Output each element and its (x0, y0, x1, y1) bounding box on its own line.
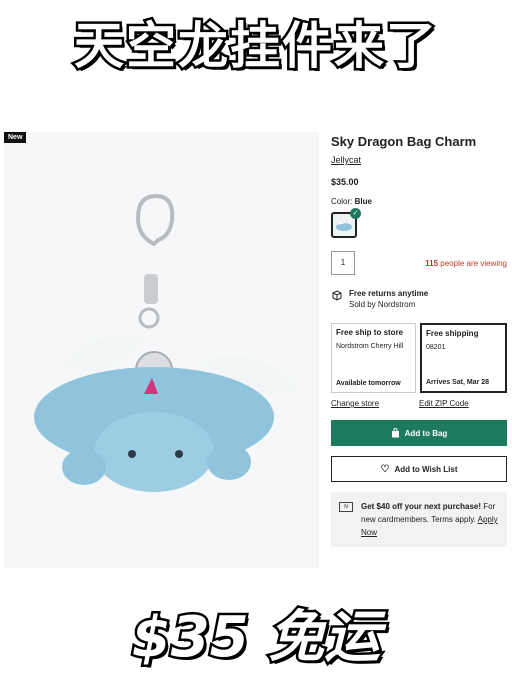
add-to-wishlist-button[interactable]: ♡ Add to Wish List (331, 456, 507, 482)
promo-headline: Get $40 off your next purchase! (361, 502, 482, 511)
box-return-icon (332, 290, 342, 301)
selected-check-icon: ✓ (350, 208, 361, 219)
dragon-charm-illustration (4, 132, 319, 568)
product-title: Sky Dragon Bag Charm (331, 134, 477, 149)
price-banner: $35 免运 (129, 603, 382, 673)
quantity-select[interactable]: 1 (331, 251, 355, 275)
credit-card-icon: N (339, 502, 353, 512)
product-image[interactable] (4, 132, 319, 568)
color-swatch-blue[interactable]: ✓ (331, 208, 361, 238)
wishlist-label: Add to Wish List (394, 464, 458, 474)
viewing-text: people are viewing (440, 258, 507, 268)
shipping-zip: 08201 (426, 344, 446, 351)
product-info-panel: Sky Dragon Bag Charm Jellycat $35.00 Col… (331, 132, 507, 547)
color-label-text: Color: (331, 197, 353, 206)
shipping-eta: Arrives Sat, Mar 28 (426, 379, 490, 386)
store-eta: Available tomorrow (336, 380, 401, 387)
color-label: Color: Blue (331, 197, 507, 206)
price: $35.00 (331, 177, 359, 187)
ship-to-store-title: Free ship to store (336, 328, 404, 337)
free-shipping-title: Free shipping (426, 329, 479, 338)
store-location: Nordstrom Cherry Hill (336, 343, 404, 350)
edit-zip-link[interactable]: Edit ZIP Code (419, 399, 507, 408)
change-store-link[interactable]: Change store (331, 399, 419, 408)
sold-by: Sold by Nordstrom (349, 300, 416, 309)
color-value: Blue (354, 197, 372, 206)
returns-title: Free returns anytime (349, 289, 429, 298)
add-to-bag-button[interactable]: Add to Bag (331, 420, 507, 446)
heart-icon: ♡ (380, 463, 390, 475)
bag-icon (391, 428, 399, 438)
new-badge: New (4, 132, 27, 143)
promo-banner: N Get $40 off your next purchase! For ne… (331, 492, 507, 547)
add-to-bag-label: Add to Bag (404, 428, 448, 438)
returns-info: Free returns anytime Sold by Nordstrom (331, 289, 507, 309)
ship-to-store-option[interactable]: Free ship to store Nordstrom Cherry Hill… (331, 323, 416, 393)
headline: 天空龙挂件来了 (72, 15, 439, 78)
free-shipping-option[interactable]: Free shipping 08201 Arrives Sat, Mar 28 (420, 323, 507, 393)
viewing-count: 115 people are viewing (425, 259, 507, 268)
brand-link[interactable]: Jellycat (331, 155, 507, 165)
viewing-number: 115 (425, 258, 439, 268)
